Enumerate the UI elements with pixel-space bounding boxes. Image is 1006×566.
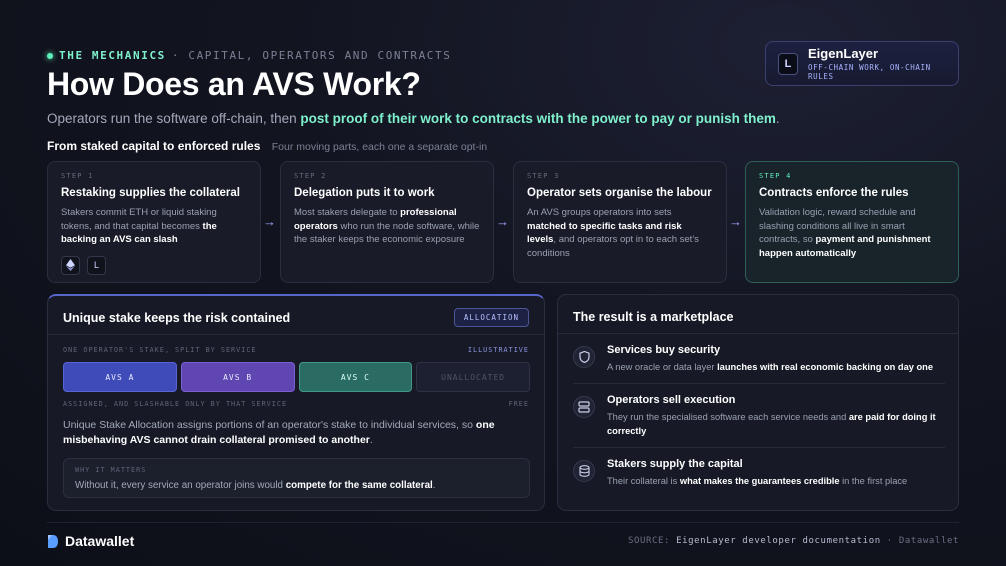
result-text: They run the specialised software each s…	[607, 412, 849, 422]
allocation-paragraph: Unique Stake Allocation assigns portions…	[63, 418, 531, 448]
datawallet-logo: Datawallet	[47, 533, 134, 549]
eyebrow: THE MECHANICS · CAPITAL, OPERATORS AND C…	[47, 49, 451, 62]
step-text: Stakers commit ETH or liquid staking tok…	[61, 207, 217, 232]
step-body: An AVS groups operators into sets matche…	[527, 206, 713, 260]
logo-letter: L	[784, 57, 792, 70]
result-text: in the first place	[839, 476, 908, 486]
step-text: Most stakers delegate to	[294, 207, 401, 218]
eyebrow-primary: THE MECHANICS	[59, 49, 166, 62]
divider	[573, 383, 945, 384]
step-body: Validation logic, reward schedule and sl…	[759, 206, 945, 260]
eigenlayer-brand-card: L EigenLayer OFF-CHAIN WORK, ON-CHAIN RU…	[765, 41, 959, 86]
source-separator: ·	[880, 536, 899, 546]
subtitle-lead: Operators run the software off-chain, th…	[47, 111, 301, 126]
illustrative-caption: ILLUSTRATIVE	[467, 346, 529, 354]
step-body: Stakers commit ETH or liquid staking tok…	[61, 206, 247, 247]
allocation-badge: ALLOCATION	[453, 308, 529, 327]
step-text: , and operators opt in to each set's con…	[527, 234, 699, 259]
eyebrow-secondary: · CAPITAL, OPERATORS AND CONTRACTS	[171, 49, 452, 62]
result-title: Stakers supply the capital	[607, 458, 743, 470]
database-icon	[573, 460, 595, 482]
page-title: How Does an AVS Work?	[47, 66, 421, 102]
divider	[558, 333, 958, 334]
card-title: Unique stake keeps the risk contained	[63, 311, 291, 325]
section-title: From staked capital to enforced rules	[47, 139, 261, 153]
step-title: Operator sets organise the labour	[527, 187, 712, 199]
source-label: SOURCE:	[627, 536, 671, 546]
page-subtitle: Operators run the software off-chain, th…	[47, 111, 780, 126]
step-number: STEP 2	[294, 172, 327, 180]
result-title: Services buy security	[607, 344, 721, 356]
source-text: EigenLayer developer documentation	[676, 536, 881, 546]
step-title: Contracts enforce the rules	[759, 187, 909, 199]
why-text-part: Without it, every service an operator jo…	[75, 480, 286, 491]
result-body: They run the specialised software each s…	[607, 411, 947, 438]
source-citation: SOURCE: EigenLayer developer documentati…	[628, 536, 959, 546]
logo-letter: L	[93, 260, 99, 270]
result-body: Their collateral is what makes the guara…	[607, 475, 947, 489]
why-emphasis: compete for the same collateral	[285, 480, 433, 491]
eigenlayer-icon: L	[87, 255, 106, 275]
arrow-right-icon: →	[729, 214, 742, 229]
source-brand: Datawallet	[898, 536, 959, 546]
avs-a-segment: AVS A	[63, 362, 177, 392]
server-icon	[573, 396, 595, 418]
shield-icon	[573, 346, 595, 368]
unallocated-segment: UNALLOCATED	[416, 362, 530, 392]
step-body: Most stakers delegate to professional op…	[294, 206, 480, 247]
why-text: Without it, every service an operator jo…	[75, 480, 435, 491]
step-card-4: STEP 4 Contracts enforce the rules Valid…	[745, 161, 959, 283]
avs-b-segment: AVS B	[180, 362, 295, 392]
divider	[48, 334, 544, 335]
para-text: .	[369, 434, 373, 446]
datawallet-mark-icon	[48, 534, 58, 548]
card-title: The result is a marketplace	[573, 310, 734, 324]
datawallet-name: Datawallet	[65, 533, 135, 549]
assigned-caption: ASSIGNED, AND SLASHABLE ONLY BY THAT SER…	[63, 400, 288, 408]
result-title: Operators sell execution	[607, 394, 736, 406]
avs-c-segment: AVS C	[298, 362, 413, 392]
free-caption: FREE	[508, 400, 529, 408]
brand-tagline: OFF-CHAIN WORK, ON-CHAIN RULES	[807, 63, 931, 81]
section-label: From staked capital to enforced rules Fo…	[47, 139, 487, 153]
result-emphasis: what makes the guarantees credible	[679, 476, 840, 486]
why-it-matters-box: WHY IT MATTERS Without it, every service…	[63, 458, 530, 498]
step-icons: L	[61, 255, 247, 275]
result-text: A new oracle or data layer	[607, 362, 718, 372]
step-text: An AVS groups operators into sets	[527, 207, 672, 218]
section-note: Four moving parts, each one a separate o…	[271, 141, 488, 153]
step-card-2: STEP 2 Delegation puts it to work Most s…	[280, 161, 494, 283]
subtitle-end: .	[775, 111, 780, 126]
brand-name: EigenLayer	[807, 46, 879, 61]
step-card-3: STEP 3 Operator sets organise the labour…	[513, 161, 727, 283]
footer-divider	[47, 522, 959, 523]
allocation-card: Unique stake keeps the risk contained AL…	[47, 294, 545, 511]
marketplace-card: The result is a marketplace Services buy…	[557, 294, 959, 511]
step-number: STEP 1	[61, 172, 94, 180]
stake-caption: ONE OPERATOR'S STAKE, SPLIT BY SERVICE	[63, 346, 257, 354]
arrow-right-icon: →	[496, 214, 509, 229]
status-dot-icon	[47, 52, 53, 59]
eigenlayer-logo-icon: L	[778, 52, 798, 75]
step-card-1: STEP 1 Restaking supplies the collateral…	[47, 161, 261, 283]
step-number: STEP 4	[759, 172, 792, 180]
para-text: Unique Stake Allocation assigns portions…	[63, 419, 476, 431]
stake-allocation-bar: AVS A AVS B AVS C UNALLOCATED	[63, 362, 530, 392]
result-body: A new oracle or data layer launches with…	[607, 361, 947, 375]
ethereum-icon	[61, 255, 80, 275]
divider	[573, 447, 945, 448]
step-number: STEP 3	[527, 172, 560, 180]
arrow-right-icon: →	[263, 214, 276, 229]
why-text-part: .	[432, 480, 436, 491]
step-title: Delegation puts it to work	[294, 187, 435, 199]
step-title: Restaking supplies the collateral	[61, 187, 240, 199]
result-emphasis: launches with real economic backing on d…	[717, 362, 934, 372]
result-text: Their collateral is	[607, 476, 680, 486]
why-label: WHY IT MATTERS	[75, 466, 147, 474]
subtitle-highlight: post proof of their work to contracts wi…	[300, 111, 776, 126]
